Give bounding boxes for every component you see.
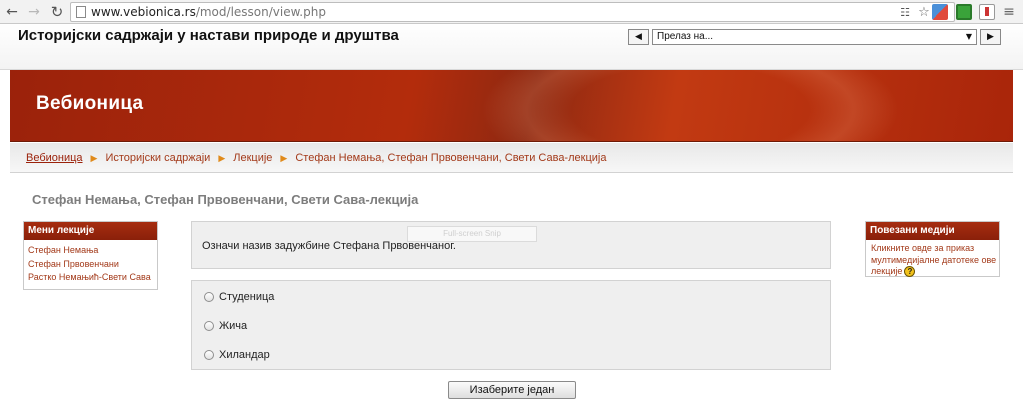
- extension-icon[interactable]: [956, 4, 972, 20]
- jump-previous-button[interactable]: ◀: [628, 29, 649, 45]
- jump-select-value: Прелаз на...: [657, 31, 714, 42]
- radio-button[interactable]: [204, 350, 214, 360]
- url-path: /mod/lesson/view.php: [195, 5, 326, 19]
- breadcrumb-separator-icon: ▶: [218, 154, 226, 164]
- browser-menu-icon[interactable]: ≡: [1002, 4, 1016, 20]
- banner-swoosh: [480, 70, 900, 141]
- address-bar[interactable]: www.vebionica.rs/mod/lesson/view.php ☷ ☆: [70, 2, 955, 22]
- radio-button[interactable]: [204, 292, 214, 302]
- star-icon[interactable]: ☆: [916, 5, 932, 21]
- extension-icon[interactable]: [932, 4, 948, 20]
- answer-option[interactable]: Жича: [204, 319, 247, 333]
- chevron-down-icon: ▼: [965, 32, 972, 41]
- lesson-menu-item[interactable]: Стефан Немања: [28, 244, 157, 258]
- lesson-menu-heading: Мени лекције: [24, 222, 157, 240]
- breadcrumb-home-link[interactable]: Вебионица: [26, 152, 83, 164]
- forward-arrow-icon[interactable]: →: [25, 3, 43, 21]
- breadcrumb-current-lesson[interactable]: Стефан Немања, Стефан Првовенчани, Свети…: [295, 152, 606, 164]
- breadcrumb-course-link[interactable]: Историјски садржаји: [105, 152, 210, 164]
- course-title: Историјски садржаји у настави природе и …: [18, 27, 399, 44]
- breadcrumb-separator-icon: ▶: [90, 154, 98, 164]
- extension-icon[interactable]: [979, 4, 995, 20]
- page-icon: [76, 6, 86, 18]
- translate-icon[interactable]: ☷: [897, 5, 913, 21]
- lesson-menu-block: Мени лекције Стефан Немања Стефан Првове…: [23, 221, 158, 290]
- answer-label: Жича: [219, 320, 248, 332]
- related-media-text: Кликните овде за приказ мултимедијалне д…: [871, 243, 997, 276]
- breadcrumb: Вебионица ▶ Историјски садржаји ▶ Лекције ▶ Ст…: [10, 143, 1013, 173]
- url-host: www.vebionica.rs: [91, 5, 196, 19]
- back-arrow-icon[interactable]: ←: [3, 3, 21, 21]
- answer-options: Студеница Жича Хиландар: [191, 280, 831, 370]
- page-title: Стефан Немања, Стефан Првовенчани, Свети…: [32, 192, 419, 207]
- breadcrumb-lessons-link[interactable]: Лекције: [233, 152, 272, 164]
- related-media-link[interactable]: Кликните овде за приказ мултимедијалне д…: [866, 240, 999, 278]
- related-media-heading: Повезани медији: [866, 222, 999, 240]
- browser-toolbar: ← → ↻ www.vebionica.rs/mod/lesson/view.p…: [0, 0, 1023, 24]
- answer-label: Студеница: [219, 291, 275, 303]
- radio-button[interactable]: [204, 321, 214, 331]
- address-url[interactable]: www.vebionica.rs/mod/lesson/view.php: [91, 5, 326, 19]
- site-name: Вебионица: [36, 93, 144, 114]
- site-banner: Вебионица: [10, 70, 1013, 142]
- submit-answer-button[interactable]: Изаберите један одговор: [448, 381, 576, 403]
- help-icon[interactable]: ?: [904, 266, 916, 278]
- related-media-block: Повезани медији Кликните овде за приказ …: [865, 221, 1000, 278]
- answer-option[interactable]: Хиландар: [204, 348, 270, 362]
- site-header: Историјски садржаји у настави природе и …: [0, 24, 1023, 70]
- question-box: Full-screen Snip Означи назив задужбине …: [191, 221, 831, 269]
- lesson-menu-item[interactable]: Растко Немањић-Свети Сава: [28, 271, 157, 285]
- jump-next-button[interactable]: ▶: [980, 29, 1001, 45]
- question-text: Означи назив задужбине Стефана Првовенча…: [202, 240, 456, 252]
- lesson-menu-item[interactable]: Стефан Првовенчани: [28, 258, 157, 272]
- reload-icon[interactable]: ↻: [48, 3, 66, 21]
- answer-option[interactable]: Студеница: [204, 290, 274, 304]
- breadcrumb-separator-icon: ▶: [280, 154, 288, 164]
- jump-to-select[interactable]: Прелаз на... ▼: [652, 29, 977, 45]
- answer-label: Хиландар: [219, 349, 270, 361]
